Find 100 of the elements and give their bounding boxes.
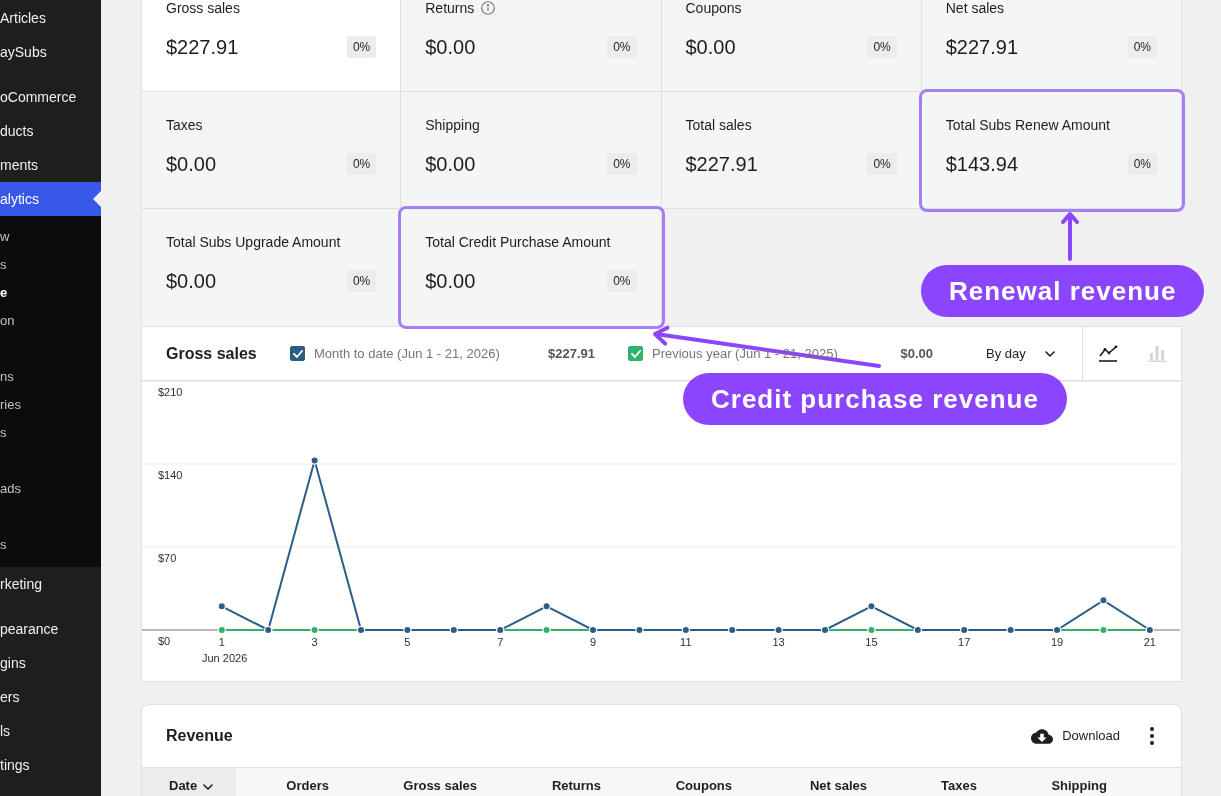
- submenu-item[interactable]: ns: [0, 363, 101, 391]
- card-value: $0.00: [166, 152, 217, 177]
- legend-checkbox[interactable]: [290, 346, 305, 361]
- axis-label: 17: [958, 636, 971, 648]
- sidebar-item[interactable]: ls: [0, 714, 101, 748]
- summary-card[interactable]: Total Subs Upgrade Amount $0.00 0%: [141, 209, 402, 326]
- column-header[interactable]: Date: [142, 768, 236, 796]
- axis-label: 13: [772, 636, 785, 648]
- data-point: [217, 602, 226, 611]
- axis-label: 3: [311, 636, 318, 648]
- axis-label: 21: [1143, 636, 1156, 648]
- submenu-item[interactable]: s: [0, 251, 101, 279]
- sidebar-item[interactable]: ducts: [0, 114, 101, 148]
- data-point: [1052, 625, 1062, 635]
- change-percent: 0%: [346, 153, 377, 175]
- submenu-item[interactable]: e: [0, 279, 101, 307]
- change-percent: 0%: [867, 36, 897, 58]
- change-percent: 0%: [1127, 153, 1157, 175]
- sidebar-item[interactable]: aySubs: [0, 35, 101, 69]
- change-percent: 0%: [607, 270, 637, 292]
- data-point: [403, 625, 412, 635]
- summary-card[interactable]: Returns $0.00 0%: [401, 0, 662, 92]
- submenu-item[interactable]: ads: [0, 475, 101, 503]
- column-header[interactable]: Coupons: [625, 768, 756, 796]
- submenu-item[interactable]: s: [0, 419, 101, 447]
- axis-label: $140: [158, 469, 183, 481]
- callout-label: Credit purchase revenue: [683, 373, 1067, 425]
- card-value: $143.94: [945, 152, 1019, 177]
- change-percent: 0%: [1127, 36, 1157, 58]
- info-icon: [481, 1, 496, 15]
- sidebar-item[interactable]: pearance: [0, 612, 101, 646]
- sidebar-item[interactable]: ers: [0, 680, 101, 714]
- summary-card[interactable]: Net sales $227.91 0%: [921, 0, 1182, 92]
- data-point: [867, 602, 876, 611]
- sidebar-item[interactable]: alytics: [0, 182, 101, 216]
- axis-label: 1: [218, 636, 225, 648]
- legend-checkbox[interactable]: [628, 346, 643, 361]
- card-label: Total Subs Upgrade Amount: [166, 233, 341, 251]
- data-point: [542, 602, 551, 611]
- axis-label: 5: [404, 636, 411, 648]
- kebab-icon: [1150, 727, 1154, 745]
- column-header[interactable]: Orders: [236, 768, 353, 796]
- summary-card[interactable]: Coupons $0.00 0%: [661, 0, 922, 92]
- column-header[interactable]: Net sales: [756, 768, 891, 796]
- column-header[interactable]: Returns: [501, 768, 625, 796]
- sidebar-item[interactable]: gins: [0, 646, 101, 680]
- interval-select[interactable]: By day: [966, 338, 1082, 369]
- download-button[interactable]: Download: [1031, 726, 1120, 746]
- card-label: Gross sales: [166, 0, 240, 17]
- data-point: [542, 625, 551, 635]
- data-point: [681, 625, 691, 635]
- card-value: $227.91: [166, 35, 239, 60]
- column-header[interactable]: Taxes: [891, 768, 1001, 796]
- card-label: Total sales: [685, 116, 752, 134]
- summary-card[interactable]: Gross sales $227.91 0%: [141, 0, 402, 92]
- summary-card[interactable]: Shipping $0.00 0%: [401, 92, 662, 209]
- column-header[interactable]: Shipping: [1001, 768, 1131, 796]
- sidebar-item[interactable]: ments: [0, 148, 101, 182]
- period-label: Jun 2026: [202, 651, 248, 666]
- submenu-item[interactable]: on: [0, 307, 101, 335]
- summary-card[interactable]: Total sales $227.91 0%: [661, 92, 922, 209]
- sidebar-item[interactable]: rketing: [0, 567, 101, 601]
- axis-label: 11: [680, 636, 692, 648]
- card-label: Net sales: [945, 0, 1005, 17]
- summary-card[interactable]: Taxes $0.00 0%: [141, 92, 402, 209]
- submenu-item[interactable]: s: [0, 531, 101, 559]
- axis-label: $210: [158, 386, 183, 398]
- change-percent: 0%: [867, 153, 897, 175]
- card-label: Total Subs Renew Amount: [945, 116, 1110, 134]
- line-chart-icon: [1097, 345, 1118, 362]
- card-label: Coupons: [685, 0, 742, 17]
- submenu-item[interactable]: w: [0, 223, 101, 251]
- sidebar-item[interactable]: Articles: [0, 1, 101, 35]
- card-label: Taxes: [166, 116, 203, 134]
- card-label: Total Credit Purchase Amount: [425, 233, 611, 251]
- chevron-down-icon: [203, 784, 214, 790]
- cloud-download-icon: [1031, 728, 1054, 744]
- summary-card[interactable]: Total Subs Renew Amount $143.94 0%: [921, 92, 1182, 209]
- axis-label: 7: [497, 636, 504, 648]
- data-point: [264, 625, 273, 635]
- summary-card[interactable]: Total Credit Purchase Amount $0.00 0%: [401, 209, 662, 326]
- card-value: $0.00: [685, 35, 736, 60]
- card-label: Shipping: [425, 116, 480, 134]
- axis-label: $0: [158, 635, 171, 647]
- sidebar-item[interactable]: tings: [0, 748, 101, 782]
- submenu-item[interactable]: ries: [0, 391, 101, 419]
- data-point: [356, 625, 366, 635]
- menu-pointer-icon: [93, 191, 101, 207]
- data-point: [1099, 596, 1108, 605]
- column-header[interactable]: Gross sales: [353, 768, 501, 796]
- sidebar-item[interactable]: oCommerce: [0, 80, 101, 114]
- data-point: [1145, 625, 1155, 635]
- section-title: Revenue: [166, 726, 233, 746]
- axis-label: $70: [158, 552, 177, 564]
- card-value: $227.91: [685, 152, 758, 177]
- data-point: [635, 625, 644, 635]
- data-point: [496, 625, 505, 635]
- data-point: [960, 625, 969, 635]
- data-point: [867, 625, 876, 635]
- annotation-arrow: [1061, 211, 1079, 261]
